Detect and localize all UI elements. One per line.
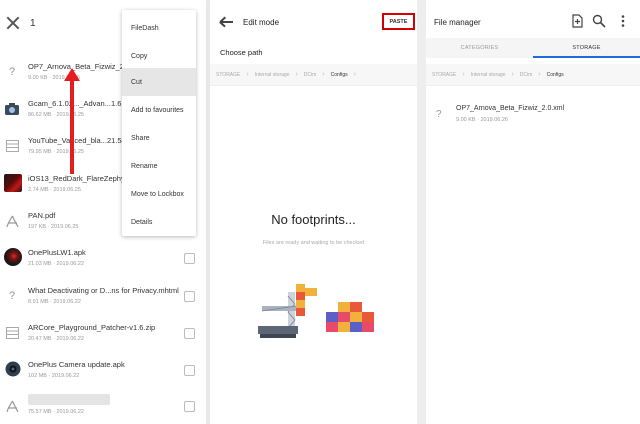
breadcrumb-item[interactable]: Internal storage bbox=[471, 72, 506, 78]
file-row[interactable]: ? What Deactivating or D...ns for Privac… bbox=[0, 280, 206, 316]
file-meta: 8.91 MB · 2019.06.22 bbox=[28, 299, 81, 305]
file-name: ARCore_Playground_Patcher-v1.6.zip bbox=[28, 323, 156, 332]
file-name: Gcam_6.1.02..._Advan...1.6.19 bbox=[28, 99, 132, 108]
selected-count: 1 bbox=[30, 18, 36, 29]
file-name: OP7_Arnova_Beta_Fizwiz_2.0.xml bbox=[456, 105, 565, 112]
paste-button[interactable]: PASTE bbox=[382, 13, 415, 30]
selection-panel: 1 ? OP7_Arnova_Beta_Fizwiz_2.0. 9.00 KB … bbox=[0, 0, 206, 424]
file-name: OP7_Arnova_Beta_Fizwiz_2.0. bbox=[28, 62, 133, 71]
file-meta: 21.03 MB · 2019.06.22 bbox=[28, 261, 84, 267]
file-name: YouTube_Vanced_bla...21.54 bbox=[28, 136, 126, 145]
red-arrow-shaft bbox=[70, 80, 74, 174]
chevron-right-icon: › bbox=[462, 71, 465, 78]
select-checkbox[interactable] bbox=[184, 401, 195, 412]
chevron-right-icon: › bbox=[353, 71, 356, 78]
panel-divider bbox=[417, 0, 426, 424]
file-row[interactable]: ? OP7_Arnova_Beta_Fizwiz_2.0.xml 9.00 KB… bbox=[426, 100, 640, 132]
chevron-right-icon: › bbox=[322, 71, 325, 78]
pdf-file-icon bbox=[4, 398, 20, 414]
context-menu: FileDash Copy Cut Add to favourites Shar… bbox=[122, 10, 196, 236]
image-thumbnail bbox=[3, 173, 23, 193]
select-checkbox[interactable] bbox=[184, 365, 195, 376]
file-row[interactable]: ARCore_Playground_Patcher-v1.6.zip 20.47… bbox=[0, 317, 206, 353]
menu-item-rename[interactable]: Rename bbox=[122, 152, 196, 180]
tab-bar: CATEGORIES STORAGE bbox=[426, 38, 640, 58]
breadcrumb-item[interactable]: DCim bbox=[304, 72, 317, 78]
menu-item-move-to-lockbox[interactable]: Move to Lockbox bbox=[122, 180, 196, 208]
select-checkbox[interactable] bbox=[184, 328, 195, 339]
file-meta: 102 MB · 2019.06.22 bbox=[28, 373, 80, 379]
tab-storage[interactable]: STORAGE bbox=[533, 38, 640, 58]
apk-camera-thumbnail bbox=[3, 359, 23, 379]
back-arrow-icon[interactable] bbox=[219, 15, 234, 29]
menu-item-share[interactable]: Share bbox=[122, 124, 196, 152]
breadcrumb-item[interactable]: Internal storage bbox=[255, 72, 290, 78]
archive-file-icon bbox=[4, 138, 20, 154]
file-meta: 2.74 MB · 2019.06.25 bbox=[28, 187, 81, 193]
select-checkbox[interactable] bbox=[184, 253, 195, 264]
file-name: PAN.pdf bbox=[28, 211, 56, 220]
file-name: What Deactivating or D...ns for Privacy.… bbox=[28, 286, 179, 295]
choose-path-label: Choose path bbox=[220, 48, 263, 57]
file-meta: 9.00 KB · 2019.06.26 bbox=[456, 117, 508, 123]
pdf-file-icon bbox=[4, 213, 20, 229]
search-icon[interactable] bbox=[592, 14, 606, 28]
file-meta: 79.95 MB · 2019.06.25 bbox=[28, 149, 84, 155]
breadcrumb-item[interactable]: DCim bbox=[520, 72, 533, 78]
file-row[interactable]: OnePlus Camera update.apk 102 MB · 2019.… bbox=[0, 354, 206, 390]
menu-item-filedash[interactable]: FileDash bbox=[122, 14, 196, 42]
empty-state-title: No footprints... bbox=[271, 212, 356, 227]
breadcrumb-item-current[interactable]: Configs bbox=[547, 72, 564, 78]
breadcrumb-item[interactable]: STORAGE bbox=[216, 72, 240, 78]
empty-state-subtitle: Files are ready and waiting to be checke… bbox=[262, 240, 365, 246]
apk-thumbnail bbox=[3, 247, 23, 267]
active-tab-indicator bbox=[533, 56, 640, 58]
file-meta: 20.47 MB · 2019.06.22 bbox=[28, 336, 84, 342]
chevron-right-icon: › bbox=[538, 71, 541, 78]
menu-item-cut[interactable]: Cut bbox=[122, 68, 196, 96]
chevron-right-icon: › bbox=[295, 71, 298, 78]
camera-app-icon bbox=[4, 101, 20, 117]
close-icon[interactable] bbox=[6, 16, 20, 30]
unknown-file-icon: ? bbox=[8, 66, 16, 78]
page-title: Edit mode bbox=[243, 18, 280, 27]
new-file-icon[interactable] bbox=[570, 14, 584, 28]
menu-item-details[interactable]: Details bbox=[122, 208, 196, 236]
breadcrumb-item[interactable]: STORAGE bbox=[432, 72, 456, 78]
file-name: OnePlusLW1.apk bbox=[28, 248, 86, 257]
chevron-right-icon: › bbox=[511, 71, 514, 78]
archive-file-icon bbox=[4, 325, 20, 341]
file-meta: 86.62 MB · 2019.06.25 bbox=[28, 112, 84, 118]
file-manager-panel: File manager CATEGORIES STORAGE STORAGE … bbox=[426, 0, 640, 424]
menu-item-copy[interactable]: Copy bbox=[122, 42, 196, 70]
breadcrumb-item-current[interactable]: Configs bbox=[331, 72, 348, 78]
breadcrumb: STORAGE › Internal storage › DCim › Conf… bbox=[426, 64, 640, 86]
red-arrow-icon bbox=[64, 68, 80, 81]
crane-illustration bbox=[258, 284, 374, 338]
select-checkbox[interactable] bbox=[184, 291, 195, 302]
chevron-right-icon: › bbox=[246, 71, 249, 78]
tab-categories[interactable]: CATEGORIES bbox=[426, 38, 533, 58]
file-meta: 197 KB · 2019.06.25 bbox=[28, 224, 79, 230]
file-row[interactable]: OnePlusLW1.apk 21.03 MB · 2019.06.22 bbox=[0, 242, 206, 278]
unknown-file-icon: ? bbox=[8, 290, 16, 302]
edit-mode-panel: Edit mode PASTE Choose path STORAGE › In… bbox=[210, 0, 417, 424]
file-name: iOS13_RedDark_FlareZephyr. bbox=[28, 174, 129, 183]
menu-item-add-to-favourites[interactable]: Add to favourites bbox=[122, 96, 196, 124]
file-name: OnePlus Camera update.apk bbox=[28, 360, 125, 369]
redacted-file-name bbox=[28, 394, 110, 405]
file-row[interactable]: 75.57 MB · 2019.06.22 bbox=[0, 390, 206, 424]
file-meta: 75.57 MB · 2019.06.22 bbox=[28, 409, 84, 415]
page-title: File manager bbox=[434, 18, 481, 27]
breadcrumb: STORAGE › Internal storage › DCim › Conf… bbox=[210, 64, 417, 86]
more-options-icon[interactable] bbox=[616, 14, 630, 28]
unknown-file-icon: ? bbox=[436, 109, 442, 120]
